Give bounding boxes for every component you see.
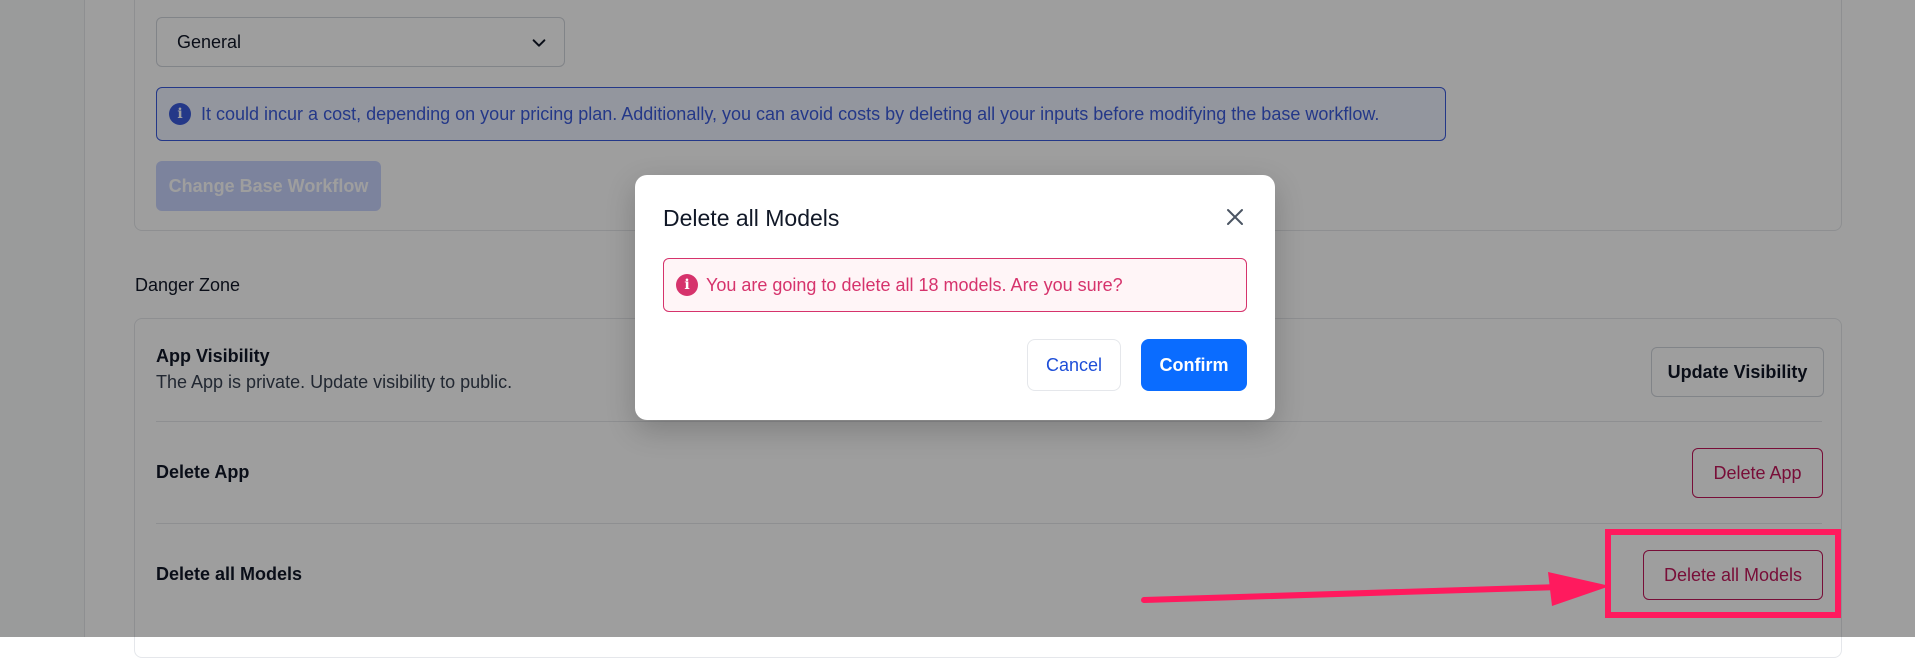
close-icon[interactable] xyxy=(1223,205,1247,229)
alert-info-icon: i xyxy=(676,274,698,296)
delete-models-dialog: Delete all Models i You are going to del… xyxy=(635,175,1275,420)
cancel-button[interactable]: Cancel xyxy=(1027,339,1121,391)
highlight-box xyxy=(1605,529,1841,618)
confirm-button[interactable]: Confirm xyxy=(1141,339,1247,391)
alert-text: You are going to delete all 18 models. A… xyxy=(706,274,1123,295)
dialog-title: Delete all Models xyxy=(663,205,840,231)
delete-warning-alert: i You are going to delete all 18 models.… xyxy=(663,258,1247,312)
arrow-annotation-icon xyxy=(1141,572,1610,606)
